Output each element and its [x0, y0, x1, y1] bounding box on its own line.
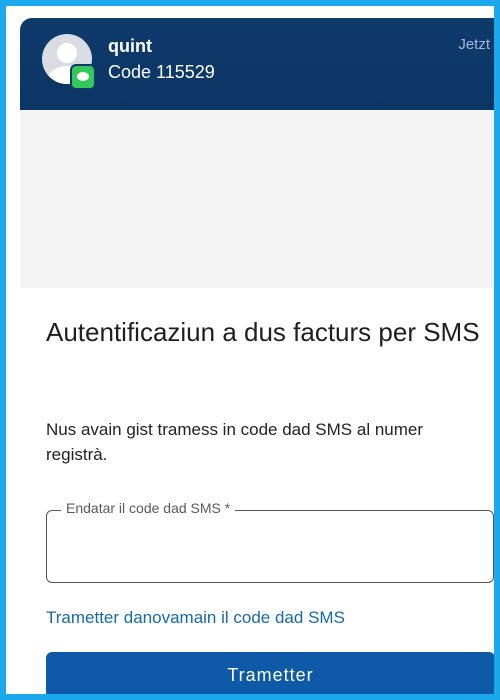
sms-code-label: Endatar il code dad SMS * [61, 500, 236, 516]
sms-code-input[interactable] [57, 529, 481, 567]
notification-sender: quint [108, 36, 152, 56]
sms-notification[interactable]: quint Code 115529 Jetzt [26, 20, 494, 100]
page-description: Nus avain gist tramess in code dad SMS a… [46, 420, 424, 464]
resend-code-link[interactable]: Trametter danovamain il code dad SMS [46, 608, 345, 628]
notification-time: Jetzt [458, 36, 490, 53]
chat-bubble-icon [77, 72, 89, 81]
page-title: Autentificaziun a dus facturs per SMS [46, 317, 480, 347]
person-icon-head [57, 43, 77, 63]
submit-button[interactable]: Trametter [46, 652, 494, 694]
notification-preview: Code 115529 [108, 62, 215, 82]
messages-icon [70, 64, 96, 90]
page-top-area [20, 110, 494, 288]
sms-code-field[interactable]: Endatar il code dad SMS * [46, 500, 494, 583]
screen-frame: quint Code 115529 Jetzt Autentificaziun … [0, 0, 500, 700]
